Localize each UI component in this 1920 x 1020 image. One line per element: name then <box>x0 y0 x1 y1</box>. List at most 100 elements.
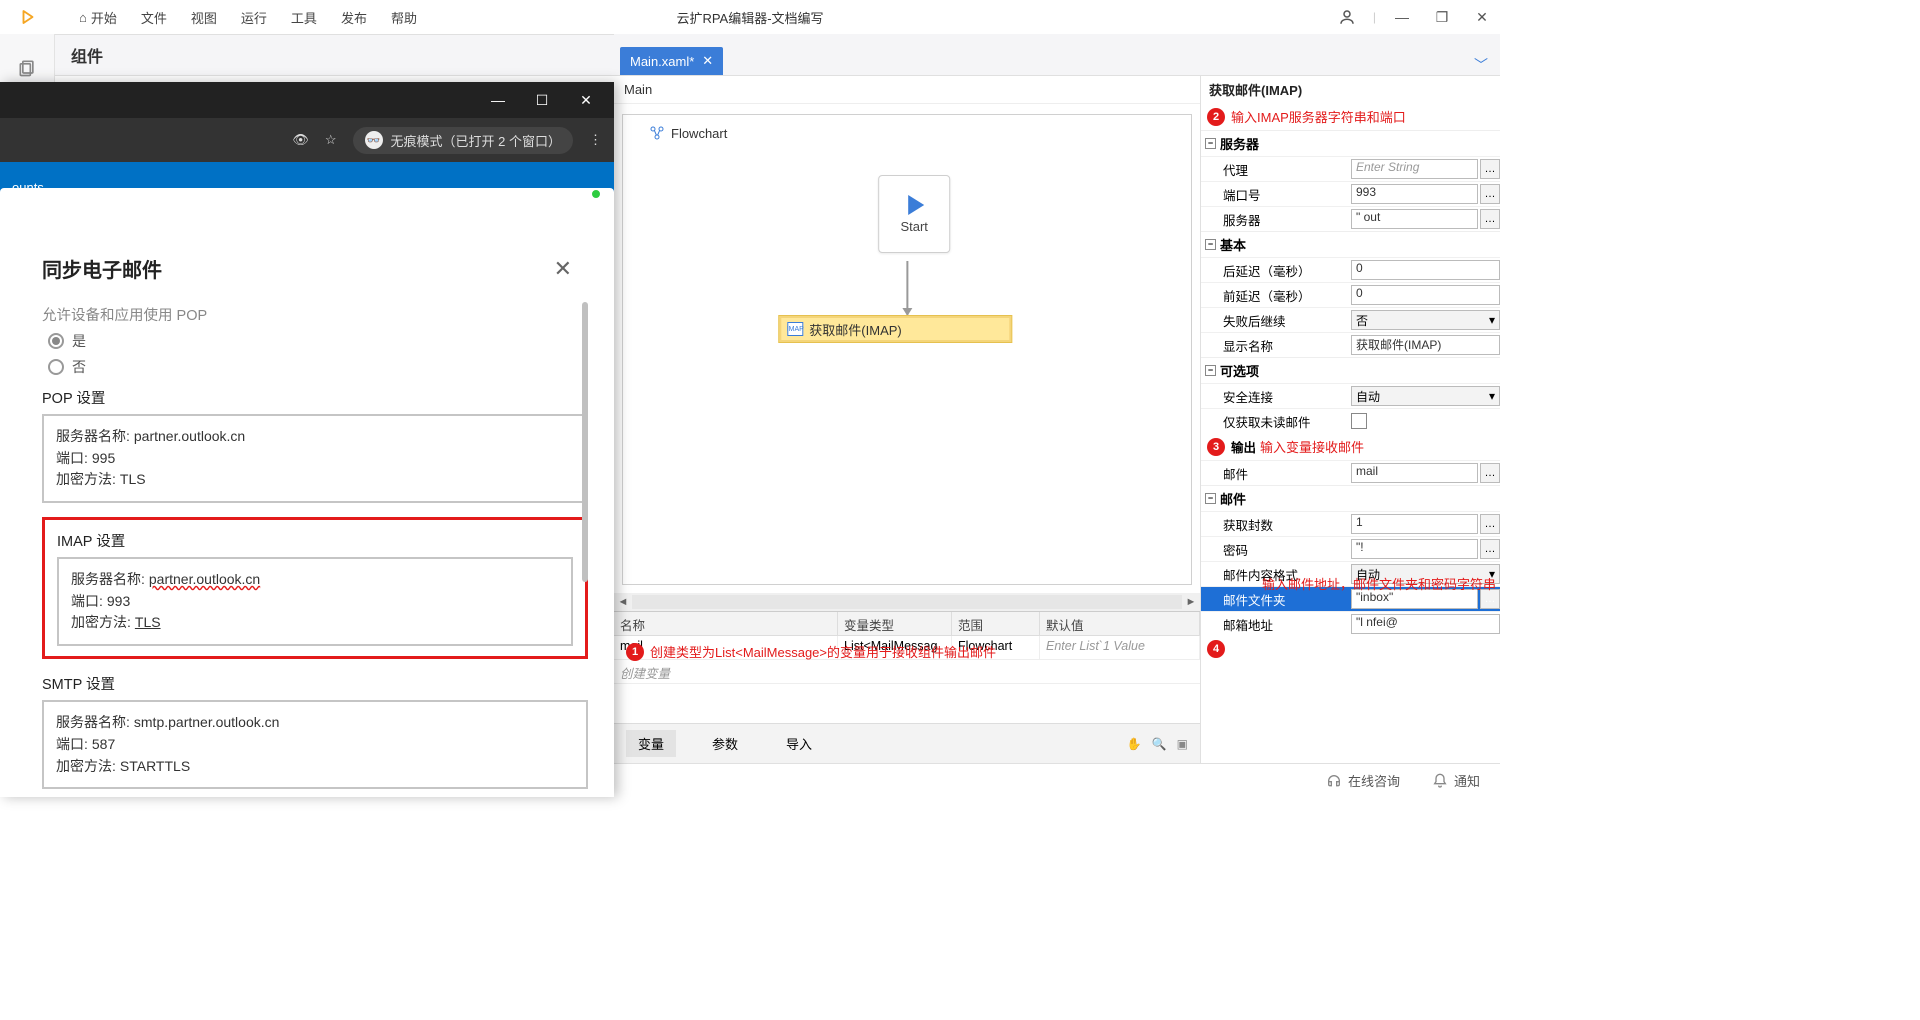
prop-password: 密码"!… <box>1201 536 1500 561</box>
browser-titlebar: — ☐ ✕ <box>0 82 614 118</box>
maximize-button[interactable]: ❐ <box>1428 3 1456 31</box>
zoom-icon[interactable]: 🔍 <box>1152 737 1167 751</box>
addr-input[interactable]: "l nfei@ <box>1351 614 1500 634</box>
clipboard-icon[interactable] <box>15 56 39 80</box>
variables-footer: 变量 参数 导入 ✋ 🔍 ▣ <box>614 723 1200 763</box>
secure-select[interactable]: 自动▾ <box>1351 386 1500 406</box>
more-icon[interactable]: ⋮ <box>589 132 602 148</box>
prop-predelay: 前延迟（毫秒）0 <box>1201 282 1500 307</box>
tab-label: Main.xaml* <box>630 54 694 69</box>
headset-icon <box>1326 773 1342 789</box>
activity-get-mail-imap[interactable]: IMAP 获取邮件(IMAP) <box>778 315 1012 343</box>
scroll-left-icon[interactable]: ◄ <box>614 593 632 611</box>
col-type-header[interactable]: 变量类型 <box>838 612 952 635</box>
close-tab-icon[interactable]: ✕ <box>702 53 713 69</box>
group-mail[interactable]: −邮件 <box>1201 485 1500 511</box>
incognito-icon: 👓 <box>365 131 383 149</box>
tab-dropdown-icon[interactable]: ﹀ <box>1474 55 1488 75</box>
tab-main[interactable]: Main.xaml* ✕ <box>620 47 723 75</box>
predelay-input[interactable]: 0 <box>1351 285 1500 305</box>
prop-displayname: 显示名称获取邮件(IMAP) <box>1201 332 1500 357</box>
editor-area: Main.xaml* ✕ ﹀ Main Flowchart Start IMAP… <box>614 34 1500 763</box>
proxy-ellipsis[interactable]: … <box>1480 159 1500 179</box>
proxy-input[interactable]: Enter String <box>1351 159 1478 179</box>
start-label: Start <box>900 219 927 234</box>
tab-arguments[interactable]: 参数 <box>700 730 750 757</box>
browser-window: — ☐ ✕ 👁 ☆ 👓 无痕模式（已打开 2 个窗口） ⋮ ounts 同步电子… <box>0 82 614 797</box>
menu-home[interactable]: ⌂开始 <box>79 8 117 27</box>
play-icon <box>908 195 924 215</box>
pop-allow-label: 允许设备和应用使用 POP <box>42 304 588 325</box>
unread-checkbox[interactable] <box>1351 413 1367 429</box>
home-icon: ⌂ <box>79 10 87 25</box>
user-icon[interactable] <box>1333 3 1361 31</box>
count-input[interactable]: 1 <box>1351 514 1478 534</box>
flowchart-header: Flowchart <box>645 125 731 141</box>
port-input[interactable]: 993 <box>1351 184 1478 204</box>
properties-title: 获取邮件(IMAP) <box>1201 76 1500 103</box>
pop-settings-label: POP 设置 <box>42 387 588 408</box>
menu-file[interactable]: 文件 <box>141 8 167 27</box>
browser-close[interactable]: ✕ <box>564 82 608 118</box>
activity-label: 获取邮件(IMAP) <box>809 320 901 339</box>
properties-panel: 获取邮件(IMAP) 2 输入IMAP服务器字符串和端口 −服务器 代理Ente… <box>1200 76 1500 763</box>
browser-minimize[interactable]: — <box>476 82 520 118</box>
annotation-3: 3 输出 输入变量接收邮件 <box>1201 433 1500 460</box>
designer-canvas[interactable]: Flowchart Start IMAP 获取邮件(IMAP) <box>614 106 1200 593</box>
status-dot-icon <box>590 188 602 200</box>
start-node[interactable]: Start <box>878 175 950 253</box>
browser-maximize[interactable]: ☐ <box>520 82 564 118</box>
menu-run[interactable]: 运行 <box>241 8 267 27</box>
incognito-badge[interactable]: 👓 无痕模式（已打开 2 个窗口） <box>353 127 573 154</box>
password-input[interactable]: "! <box>1351 539 1478 559</box>
group-basic[interactable]: −基本 <box>1201 231 1500 257</box>
col-scope-header[interactable]: 范围 <box>952 612 1040 635</box>
star-icon[interactable]: ☆ <box>325 132 337 148</box>
sync-email-modal: 同步电子邮件 ✕ 允许设备和应用使用 POP 是 否 POP 设置 服务器名称:… <box>18 238 596 797</box>
mail-output-input[interactable]: mail <box>1351 463 1478 483</box>
eye-off-icon[interactable]: 👁 <box>292 132 309 148</box>
radio-yes[interactable]: 是 <box>48 331 588 351</box>
flow-arrow <box>906 261 908 315</box>
smtp-settings-box: 服务器名称: smtp.partner.outlook.cn 端口: 587 加… <box>42 700 588 789</box>
menu-help[interactable]: 帮助 <box>391 8 417 27</box>
radio-no[interactable]: 否 <box>48 357 588 377</box>
var-default[interactable]: Enter List`1 Value <box>1040 636 1200 659</box>
col-name-header[interactable]: 名称 <box>614 612 838 635</box>
postdelay-input[interactable]: 0 <box>1351 260 1500 280</box>
group-server[interactable]: −服务器 <box>1201 130 1500 156</box>
close-button[interactable]: ✕ <box>1468 3 1496 31</box>
menu-tools[interactable]: 工具 <box>291 8 317 27</box>
pan-icon[interactable]: ✋ <box>1127 737 1142 751</box>
app-logo <box>0 0 55 34</box>
prop-postdelay: 后延迟（毫秒）0 <box>1201 257 1500 282</box>
modal-scrollbar[interactable] <box>582 302 588 582</box>
fit-icon[interactable]: ▣ <box>1177 737 1188 751</box>
toolbar-title: 组件 <box>71 43 103 67</box>
modal-title: 同步电子邮件 <box>42 254 162 283</box>
group-optional[interactable]: −可选项 <box>1201 357 1500 383</box>
badge-3-icon: 3 <box>1207 438 1225 456</box>
horizontal-scrollbar[interactable]: ◄ ► <box>614 593 1200 611</box>
menu-view[interactable]: 视图 <box>191 8 217 27</box>
prop-port: 端口号993… <box>1201 181 1500 206</box>
server-ellipsis[interactable]: … <box>1480 209 1500 229</box>
port-ellipsis[interactable]: … <box>1480 184 1500 204</box>
menu-publish[interactable]: 发布 <box>341 8 367 27</box>
tab-variables[interactable]: 变量 <box>626 730 676 757</box>
scroll-right-icon[interactable]: ► <box>1182 593 1200 611</box>
create-variable-row[interactable]: 创建变量 <box>614 660 1200 684</box>
displayname-input[interactable]: 获取邮件(IMAP) <box>1351 335 1500 355</box>
minimize-button[interactable]: — <box>1388 3 1416 31</box>
notifications[interactable]: 通知 <box>1432 771 1480 790</box>
continue-select[interactable]: 否▾ <box>1351 310 1500 330</box>
server-input[interactable]: " out <box>1351 209 1478 229</box>
modal-close-icon[interactable]: ✕ <box>554 256 572 282</box>
prop-continue: 失败后继续否▾ <box>1201 307 1500 332</box>
annotation-4-badge: 4 <box>1201 636 1500 662</box>
chevron-down-icon: ▾ <box>1489 389 1495 403</box>
mail-ellipsis[interactable]: … <box>1480 463 1500 483</box>
tab-imports[interactable]: 导入 <box>774 730 824 757</box>
col-default-header[interactable]: 默认值 <box>1040 612 1200 635</box>
online-consult[interactable]: 在线咨询 <box>1326 771 1400 790</box>
